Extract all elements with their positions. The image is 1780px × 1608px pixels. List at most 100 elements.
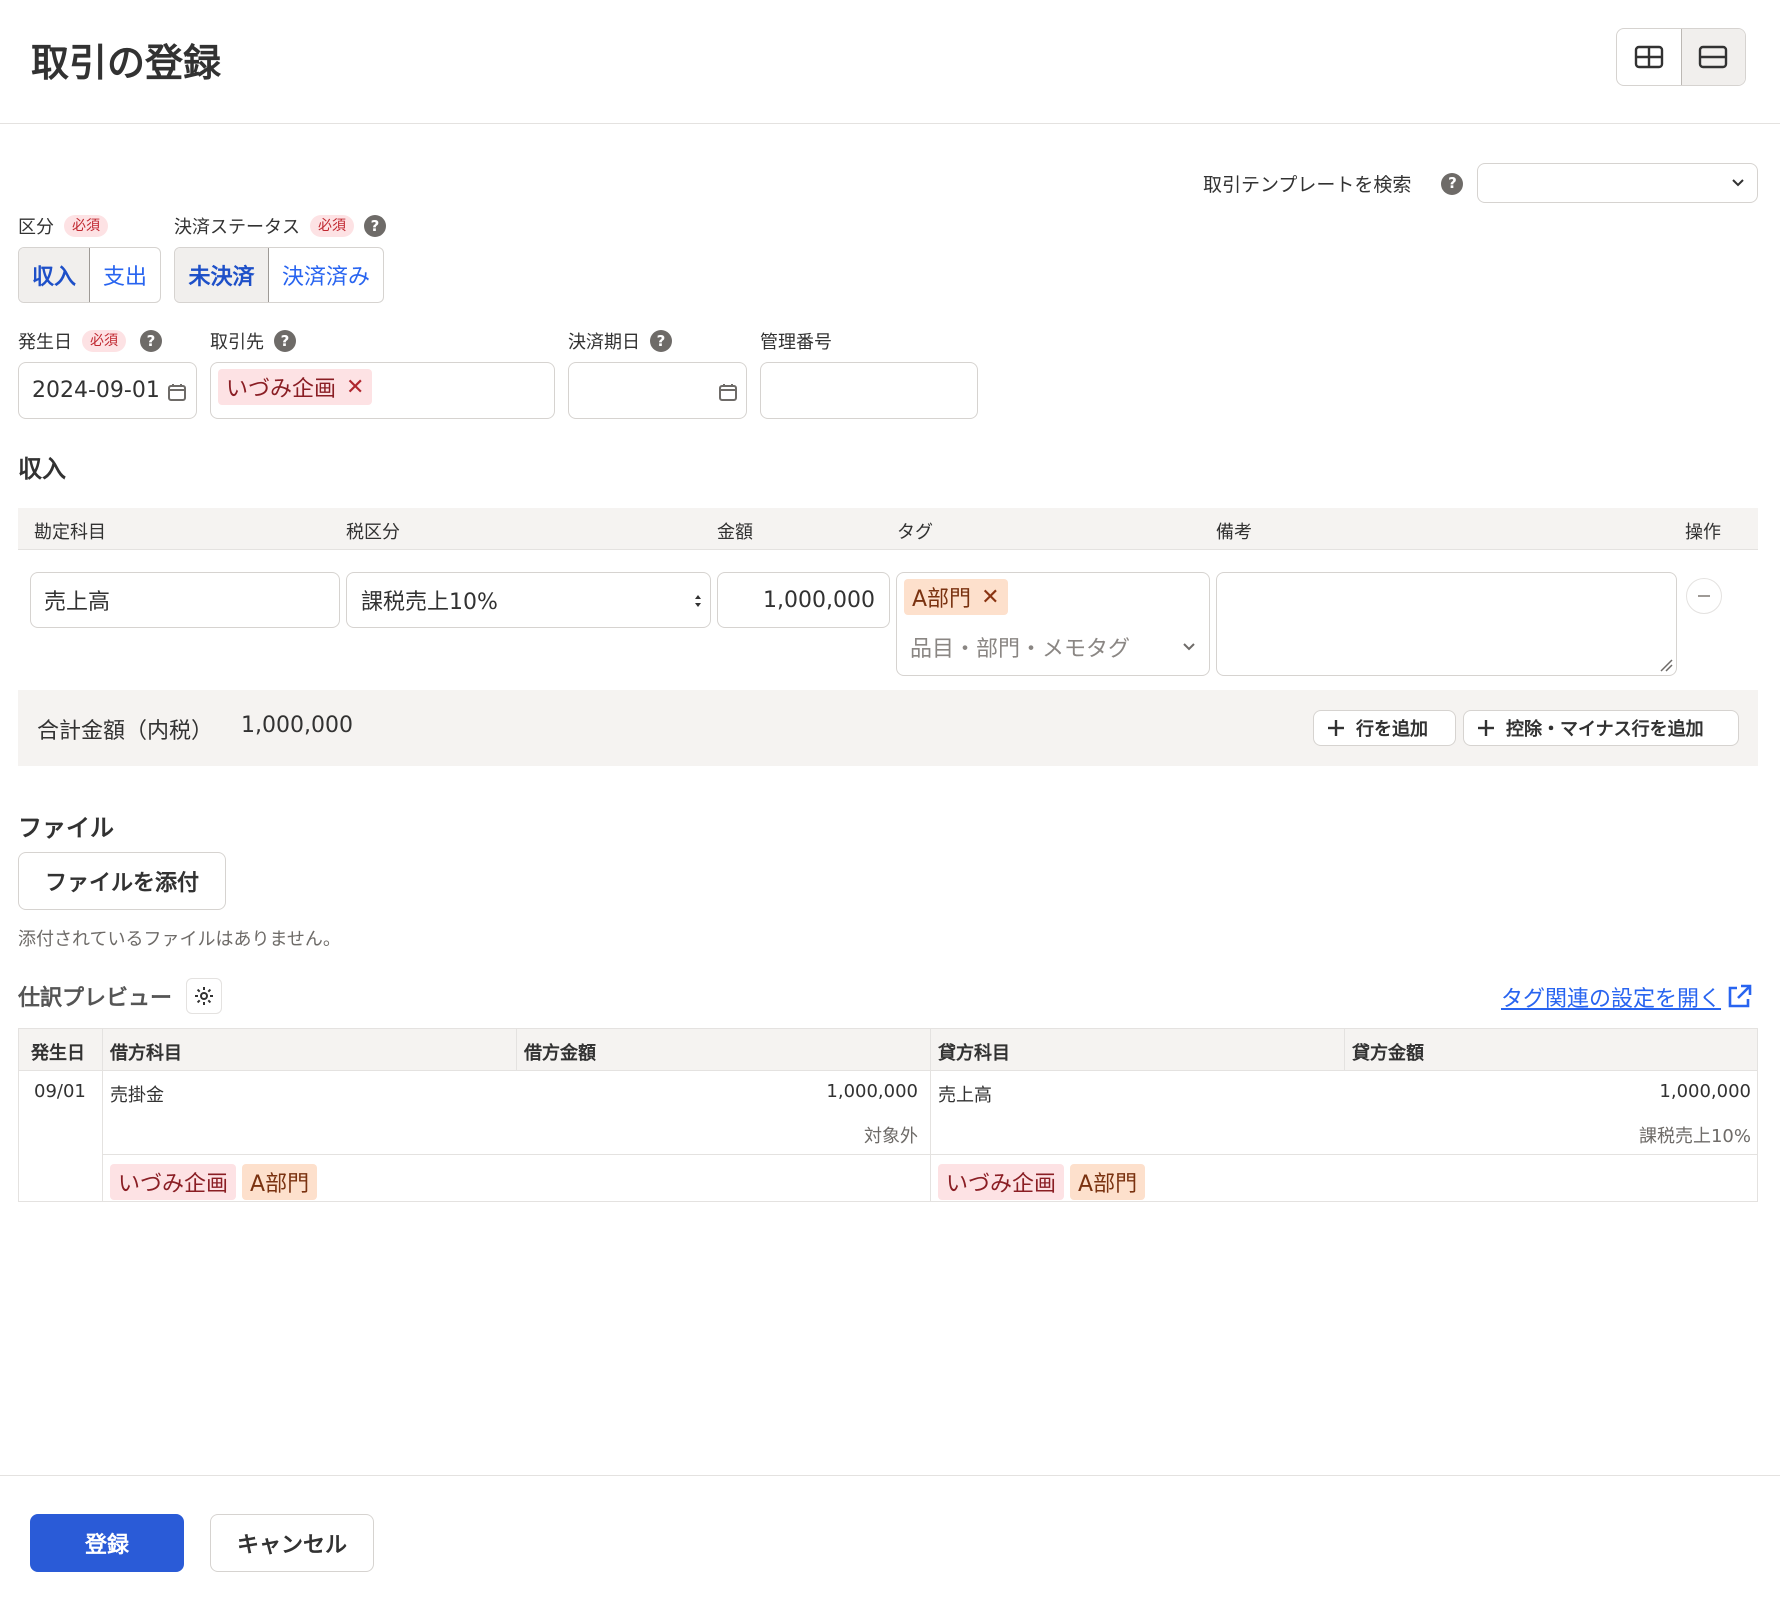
attach-file-button[interactable]: ファイルを添付 <box>18 852 226 910</box>
date-label-group: 発生日 必須 ? <box>18 328 162 354</box>
account-input[interactable]: 売上高 <box>30 572 340 628</box>
credit-account: 売上高 <box>938 1085 992 1106</box>
department-tag-label: A部門 <box>912 587 972 612</box>
settlement-status-label-group: 決済ステータス 必須 ? <box>174 213 386 239</box>
chevron-down-icon <box>1183 643 1195 651</box>
resize-handle-icon[interactable] <box>1659 658 1673 672</box>
income-table-header: 勘定科目 税区分 金額 タグ 備考 操作 <box>18 508 1758 550</box>
department-tag: A部門 ✕ <box>904 579 1008 615</box>
submit-button[interactable]: 登録 <box>30 1514 184 1572</box>
help-icon[interactable]: ? <box>140 330 162 352</box>
tag-search[interactable]: 品目・部門・メモタグ <box>904 631 1202 663</box>
debit-tax: 対象外 <box>864 1126 918 1147</box>
external-link-icon <box>1728 984 1752 1008</box>
calendar-icon <box>719 384 737 401</box>
department-tag: A部門 <box>1070 1164 1146 1200</box>
add-row-button[interactable]: 行を追加 <box>1313 710 1456 746</box>
partner-input[interactable]: いづみ企画 ✕ <box>210 362 555 419</box>
required-badge: 必須 <box>64 215 108 237</box>
preview-settings-button[interactable] <box>186 978 223 1014</box>
add-minus-row-label: 控除・マイナス行を追加 <box>1506 719 1704 740</box>
debit-amount: 1,000,000 <box>826 1081 918 1102</box>
control-number-input[interactable] <box>760 362 978 419</box>
date-input[interactable]: 2024-09-01 <box>18 362 197 419</box>
transaction-modal: 取引の登録 取引テンプレートを検索 ? 区分 必須 収入 支出 決済ステータス … <box>0 0 1780 1608</box>
tax-category-value: 課税売上10% <box>361 590 498 615</box>
department-tag: A部門 <box>242 1164 318 1200</box>
modal-header: 取引の登録 <box>0 0 1780 124</box>
account-value: 売上高 <box>44 590 111 615</box>
type-label-group: 区分 必須 <box>18 213 108 239</box>
date-value: 2024-09-01 <box>32 378 160 403</box>
tax-category-select[interactable]: 課税売上10% <box>346 572 711 628</box>
partner-label: 取引先 <box>210 332 264 353</box>
journal-preview-header: 仕訳プレビュー <box>18 978 223 1014</box>
column-actions: 操作 <box>1685 522 1721 543</box>
file-section-title: ファイル <box>18 814 114 842</box>
column-debit-account: 借方科目 <box>110 1043 182 1064</box>
calendar-icon <box>168 384 186 401</box>
status-option-settled[interactable]: 決済済み <box>269 248 383 302</box>
partner-tag: いづみ企画 ✕ <box>218 369 373 405</box>
income-section-title: 収入 <box>18 455 66 483</box>
debit-account: 売掛金 <box>110 1085 164 1106</box>
total-label: 合計金額（内税） <box>37 719 214 744</box>
control-number-label-group: 管理番号 <box>760 328 832 354</box>
modal-footer: 登録 キャンセル <box>0 1475 1780 1608</box>
select-arrows-icon <box>695 595 701 607</box>
journal-date: 09/01 <box>34 1081 86 1102</box>
due-date-input[interactable] <box>568 362 747 419</box>
add-row-label: 行を追加 <box>1356 719 1428 740</box>
plus-icon <box>1328 720 1344 736</box>
help-icon[interactable]: ? <box>1441 172 1464 195</box>
journal-preview-table: 発生日 借方科目 借方金額 貸方科目 貸方金額 09/01 売掛金 1,000,… <box>18 1028 1758 1202</box>
type-option-expense[interactable]: 支出 <box>90 248 160 302</box>
close-icon[interactable]: ✕ <box>981 585 999 610</box>
partner-tag: いづみ企画 <box>110 1164 237 1200</box>
chevron-down-icon <box>1732 179 1744 187</box>
column-credit-amount: 貸方金額 <box>1352 1043 1424 1064</box>
add-minus-row-button[interactable]: 控除・マイナス行を追加 <box>1463 710 1739 746</box>
tag-settings-link[interactable]: タグ関連の設定を開く <box>1501 981 1753 1013</box>
type-segmented-control: 収入 支出 <box>18 247 161 303</box>
layout-split-button[interactable] <box>1617 29 1681 85</box>
layout-stacked-button[interactable] <box>1680 29 1745 85</box>
control-number-label: 管理番号 <box>760 332 832 353</box>
cancel-button[interactable]: キャンセル <box>210 1514 374 1572</box>
amount-value: 1,000,000 <box>763 587 875 613</box>
help-icon[interactable]: ? <box>650 330 672 352</box>
required-badge: 必須 <box>310 215 354 237</box>
gear-icon <box>195 987 214 1005</box>
due-date-label: 決済期日 <box>568 332 640 353</box>
column-tag: タグ <box>897 522 933 543</box>
credit-tax: 課税売上10% <box>1638 1126 1751 1147</box>
status-option-unsettled[interactable]: 未決済 <box>175 248 269 302</box>
minus-icon <box>1698 595 1710 597</box>
column-amount: 金額 <box>717 522 753 543</box>
column-tax-category: 税区分 <box>346 522 400 543</box>
due-date-label-group: 決済期日 ? <box>568 328 672 354</box>
tag-input[interactable]: A部門 ✕ 品目・部門・メモタグ <box>896 572 1210 676</box>
tag-settings-link-label: タグ関連の設定を開く <box>1501 987 1722 1012</box>
settlement-status-segmented-control: 未決済 決済済み <box>174 247 384 303</box>
partner-label-group: 取引先 ? <box>210 328 296 354</box>
type-label: 区分 <box>18 217 54 238</box>
settlement-status-label: 決済ステータス <box>174 217 300 238</box>
layout-split-icon <box>1634 45 1663 69</box>
layout-toggle <box>1616 28 1746 86</box>
layout-stacked-icon <box>1699 45 1728 69</box>
template-search-label-group: 取引テンプレートを検索 ? <box>1203 170 1464 197</box>
remove-row-button[interactable] <box>1686 578 1722 614</box>
template-search-select[interactable] <box>1477 163 1758 203</box>
close-icon[interactable]: ✕ <box>346 375 364 400</box>
column-debit-amount: 借方金額 <box>524 1043 596 1064</box>
memo-textarea[interactable] <box>1216 572 1677 676</box>
help-icon[interactable]: ? <box>364 215 386 237</box>
amount-input[interactable]: 1,000,000 <box>717 572 890 628</box>
date-label: 発生日 <box>18 332 72 353</box>
type-option-income[interactable]: 収入 <box>19 248 90 302</box>
help-icon[interactable]: ? <box>274 330 296 352</box>
no-files-message: 添付されているファイルはありません。 <box>18 929 341 950</box>
debit-tags: いづみ企画 A部門 <box>110 1164 318 1200</box>
column-credit-account: 貸方科目 <box>938 1043 1010 1064</box>
